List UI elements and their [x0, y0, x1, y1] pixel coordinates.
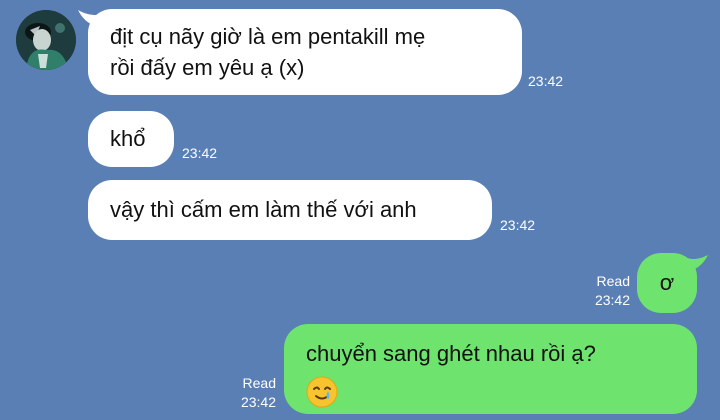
- message-bubble-incoming[interactable]: vậy thì cấm em làm thế với anh: [88, 180, 492, 240]
- message-text-line: địt cụ nãy giờ là em pentakill mẹ: [110, 24, 426, 49]
- message-meta: 23:42: [500, 216, 535, 235]
- message-time: 23:42: [528, 73, 564, 89]
- message-text-line: rồi đấy em yêu ạ (x): [110, 55, 305, 80]
- message-text: vậy thì cấm em làm thế với anh: [110, 197, 417, 222]
- message-bubble-incoming[interactable]: khổ: [88, 111, 174, 167]
- crying-smile-emoji-icon: [306, 376, 338, 408]
- message-text: khổ: [110, 126, 146, 151]
- message-time: 23:42: [500, 217, 536, 233]
- chat-view[interactable]: địt cụ nãy giờ là em pentakill mẹ rồi đấ…: [0, 0, 720, 420]
- message-text: chuyển sang ghét nhau rồi ạ?: [306, 341, 596, 366]
- read-status: Read: [596, 273, 630, 289]
- message-meta: 23:42: [528, 72, 563, 91]
- read-status: Read: [242, 375, 276, 391]
- message-meta: Read 23:42: [588, 272, 630, 310]
- message-time: 23:42: [182, 145, 218, 161]
- avatar-image-icon: [16, 10, 76, 70]
- message-meta: 23:42: [182, 144, 217, 163]
- message-time: 23:42: [240, 394, 276, 410]
- contact-avatar[interactable]: [16, 10, 76, 70]
- message-bubble-incoming[interactable]: địt cụ nãy giờ là em pentakill mẹ rồi đấ…: [88, 9, 522, 95]
- bubble-tail-outgoing: [684, 255, 708, 273]
- message-bubble-outgoing[interactable]: chuyển sang ghét nhau rồi ạ?: [284, 324, 697, 414]
- message-meta: Read 23:42: [234, 374, 276, 412]
- emoji-row: [306, 375, 675, 408]
- message-time: 23:42: [594, 292, 630, 308]
